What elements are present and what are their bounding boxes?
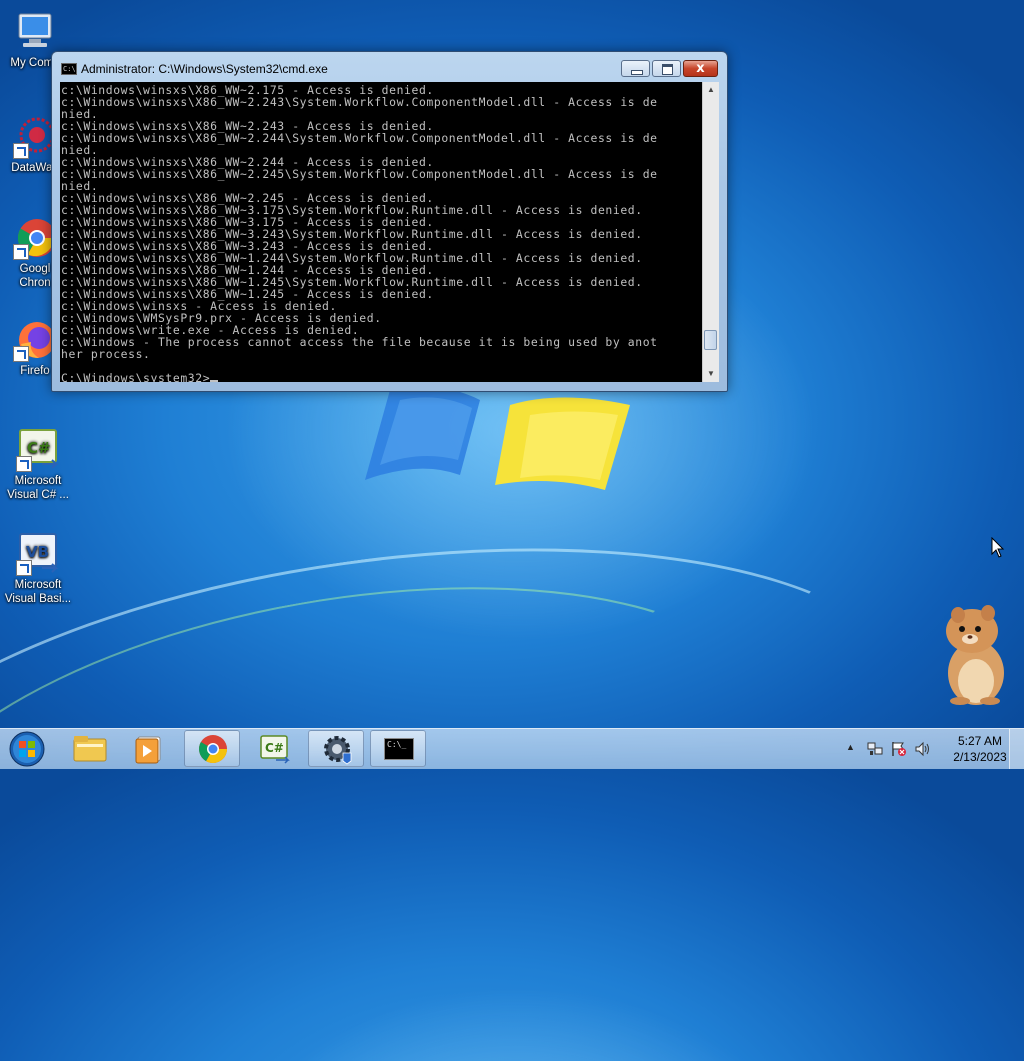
vertical-scrollbar[interactable]: ▲ ▼ — [702, 82, 719, 382]
taskbar-settings[interactable] — [308, 730, 364, 767]
taskbar-chrome[interactable] — [184, 730, 240, 767]
scroll-up-arrow-icon[interactable]: ▲ — [705, 85, 717, 95]
visual-basic-icon: VB — [16, 532, 60, 576]
window-titlebar[interactable]: C:\ Administrator: C:\Windows\System32\c… — [52, 52, 727, 82]
shortcut-arrow-icon — [13, 346, 29, 362]
system-tray: ▲ 5:27 AM 2/13/2023 — [840, 729, 1024, 769]
hamster-gadget-icon[interactable] — [938, 603, 1010, 707]
settings-gear-icon — [324, 736, 352, 765]
cmd-icon: C:\_ — [384, 738, 414, 760]
scrollbar-thumb[interactable] — [704, 329, 717, 350]
desktop-icon-label: Microsoft — [14, 579, 62, 591]
shortcut-arrow-icon — [13, 143, 29, 159]
taskbar-media-player[interactable] — [122, 730, 178, 767]
windows-explorer-icon — [73, 736, 107, 762]
text-cursor — [210, 380, 219, 382]
shortcut-arrow-icon — [16, 560, 32, 576]
console-line: C:\Windows\system32> — [61, 371, 211, 382]
volume-icon[interactable] — [914, 741, 932, 757]
desktop-icon-label: Microsoft — [14, 475, 62, 487]
scroll-down-arrow-icon[interactable]: ▼ — [705, 369, 717, 379]
start-orb-icon — [9, 731, 45, 767]
clock-date: 2/13/2023 — [953, 750, 1007, 764]
computer-icon — [13, 10, 57, 54]
visual-csharp-icon: C# — [260, 735, 290, 764]
maximize-button[interactable] — [652, 60, 681, 77]
shortcut-arrow-icon — [16, 456, 32, 472]
clock-time: 5:27 AM — [957, 734, 1003, 748]
desktop-icon-visual-basic[interactable]: VB Microsoft Visual Basi... — [3, 532, 73, 606]
taskbar-windows-explorer[interactable] — [62, 730, 118, 767]
shortcut-arrow-icon — [13, 244, 29, 260]
chrome-icon — [199, 735, 227, 763]
mouse-cursor-icon — [991, 537, 1005, 558]
network-icon[interactable] — [866, 741, 884, 757]
window-title: Administrator: C:\Windows\System32\cmd.e… — [81, 62, 328, 76]
cmd-window[interactable]: C:\ Administrator: C:\Windows\System32\c… — [51, 51, 728, 392]
console-line: c:\Windows\winsxs\X86_WW~2.245\System.Wo… — [61, 167, 658, 181]
svg-text:C#: C# — [27, 439, 51, 457]
media-player-icon — [135, 736, 161, 764]
taskbar: C# C:\_ ▲ 5:27 AM 2/13/2023 — [0, 728, 1024, 769]
taskbar-clock[interactable]: 5:27 AM 2/13/2023 — [940, 733, 1020, 765]
desktop-icon-visual-csharp[interactable]: C# Microsoft Visual C# ... — [3, 428, 73, 502]
visual-csharp-icon: C# — [16, 428, 60, 472]
desktop-icon-label: Visual Basi... — [4, 593, 72, 605]
close-icon: x — [696, 61, 705, 76]
close-button[interactable]: x — [683, 60, 718, 77]
desktop-icon-label: Visual C# ... — [7, 489, 69, 501]
cmd-icon[interactable]: C:\ — [61, 63, 77, 75]
console-line: c:\Windows\winsxs\X86_WW~2.243\System.Wo… — [61, 95, 658, 109]
svg-text:VB: VB — [26, 543, 49, 561]
show-hidden-icons-arrow[interactable]: ▲ — [846, 742, 855, 752]
taskbar-visual-csharp[interactable]: C# — [246, 730, 302, 767]
console-output[interactable]: c:\Windows\winsxs\X86_WW~2.175 - Access … — [60, 82, 702, 382]
svg-text:C#: C# — [265, 741, 284, 755]
show-desktop-button[interactable] — [1009, 729, 1024, 769]
taskbar-cmd[interactable]: C:\_ — [370, 730, 426, 767]
start-button[interactable] — [4, 730, 48, 768]
windows-logo-wallpaper — [365, 386, 630, 490]
minimize-button[interactable] — [621, 60, 650, 77]
action-center-flag-icon[interactable] — [890, 741, 908, 757]
console-line: c:\Windows\winsxs\X86_WW~2.244\System.Wo… — [61, 131, 658, 145]
console-text: c:\Windows\winsxs\X86_WW~2.175 - Access … — [60, 82, 702, 382]
console-line: her process. — [61, 347, 151, 361]
